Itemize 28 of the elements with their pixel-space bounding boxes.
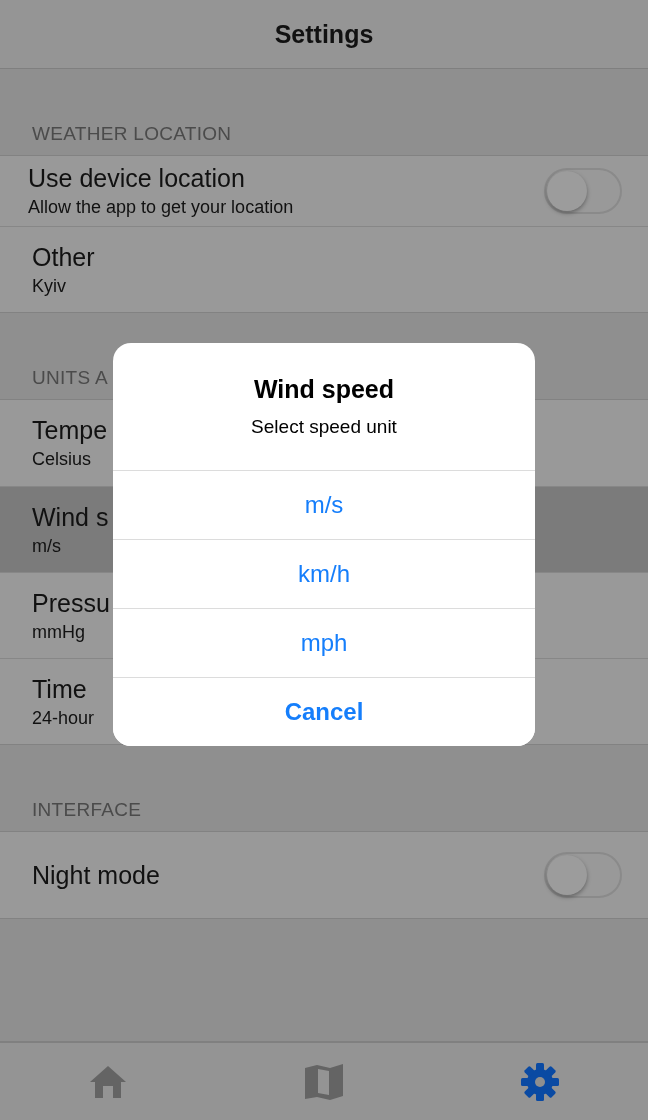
- row-title: Tempe: [32, 416, 108, 445]
- row-title: Other: [32, 242, 95, 272]
- row-subtitle: mmHg: [32, 621, 85, 643]
- section-header: INTERFACE: [32, 799, 142, 821]
- toggle-switch[interactable]: [544, 168, 622, 214]
- row-subtitle: 24-hour: [32, 707, 95, 729]
- row-title: Use device location: [28, 164, 245, 193]
- row-subtitle: Allow the app to get your location: [28, 197, 294, 218]
- toggle-switch[interactable]: [544, 852, 622, 898]
- settings-icon: [520, 1061, 560, 1102]
- dialog-message: Select speed unit: [251, 416, 397, 438]
- row-subtitle: Kyiv: [32, 275, 66, 297]
- row-title: Wind s: [32, 502, 109, 532]
- settings-row[interactable]: Other Kyiv: [0, 226, 648, 312]
- home-icon: [89, 1064, 127, 1099]
- dialog-title: Wind speed: [253, 375, 395, 404]
- cancel-button[interactable]: Cancel: [113, 677, 535, 746]
- section-header: UNITS A: [32, 367, 108, 389]
- section-header: WEATHER LOCATION: [32, 123, 232, 145]
- settings-row[interactable]: Night mode: [0, 832, 648, 918]
- map-icon: [304, 1063, 344, 1100]
- row-title: Time: [32, 674, 87, 704]
- settings-row[interactable]: Use device location Allow the app to get your location: [0, 156, 648, 226]
- screen-title: Settings: [274, 19, 374, 49]
- row-title: Night mode: [32, 860, 160, 890]
- row-title: Pressu: [32, 588, 110, 618]
- row-subtitle: Celsius: [32, 449, 92, 470]
- row-subtitle: m/s: [32, 535, 61, 557]
